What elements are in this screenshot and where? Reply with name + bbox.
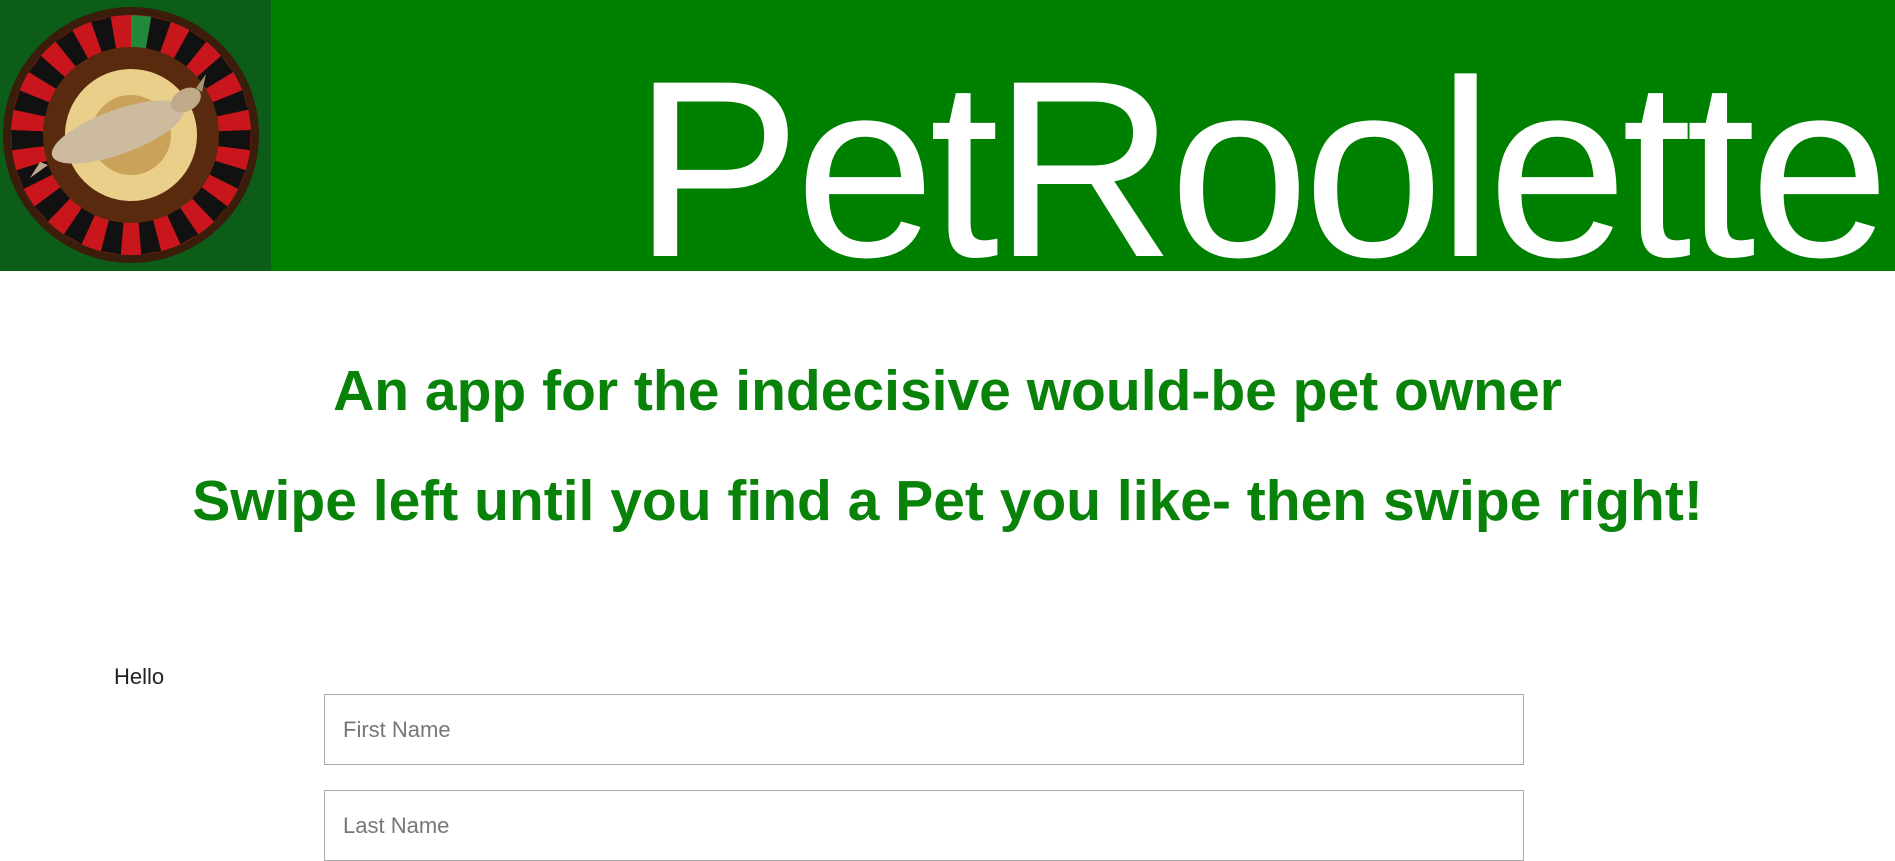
last-name-input[interactable]: [324, 790, 1524, 861]
instruction-heading: Swipe left until you find a Pet you like…: [192, 469, 1703, 533]
greeting-label: Hello: [114, 664, 165, 689]
roulette-logo-icon[interactable]: [0, 0, 271, 271]
brand-title: PetRoolette: [633, 29, 1890, 272]
tagline-heading: An app for the indecisive would-be pet o…: [333, 359, 1562, 423]
first-name-input[interactable]: [324, 694, 1524, 765]
site-header: PetRoolette: [0, 0, 1895, 271]
